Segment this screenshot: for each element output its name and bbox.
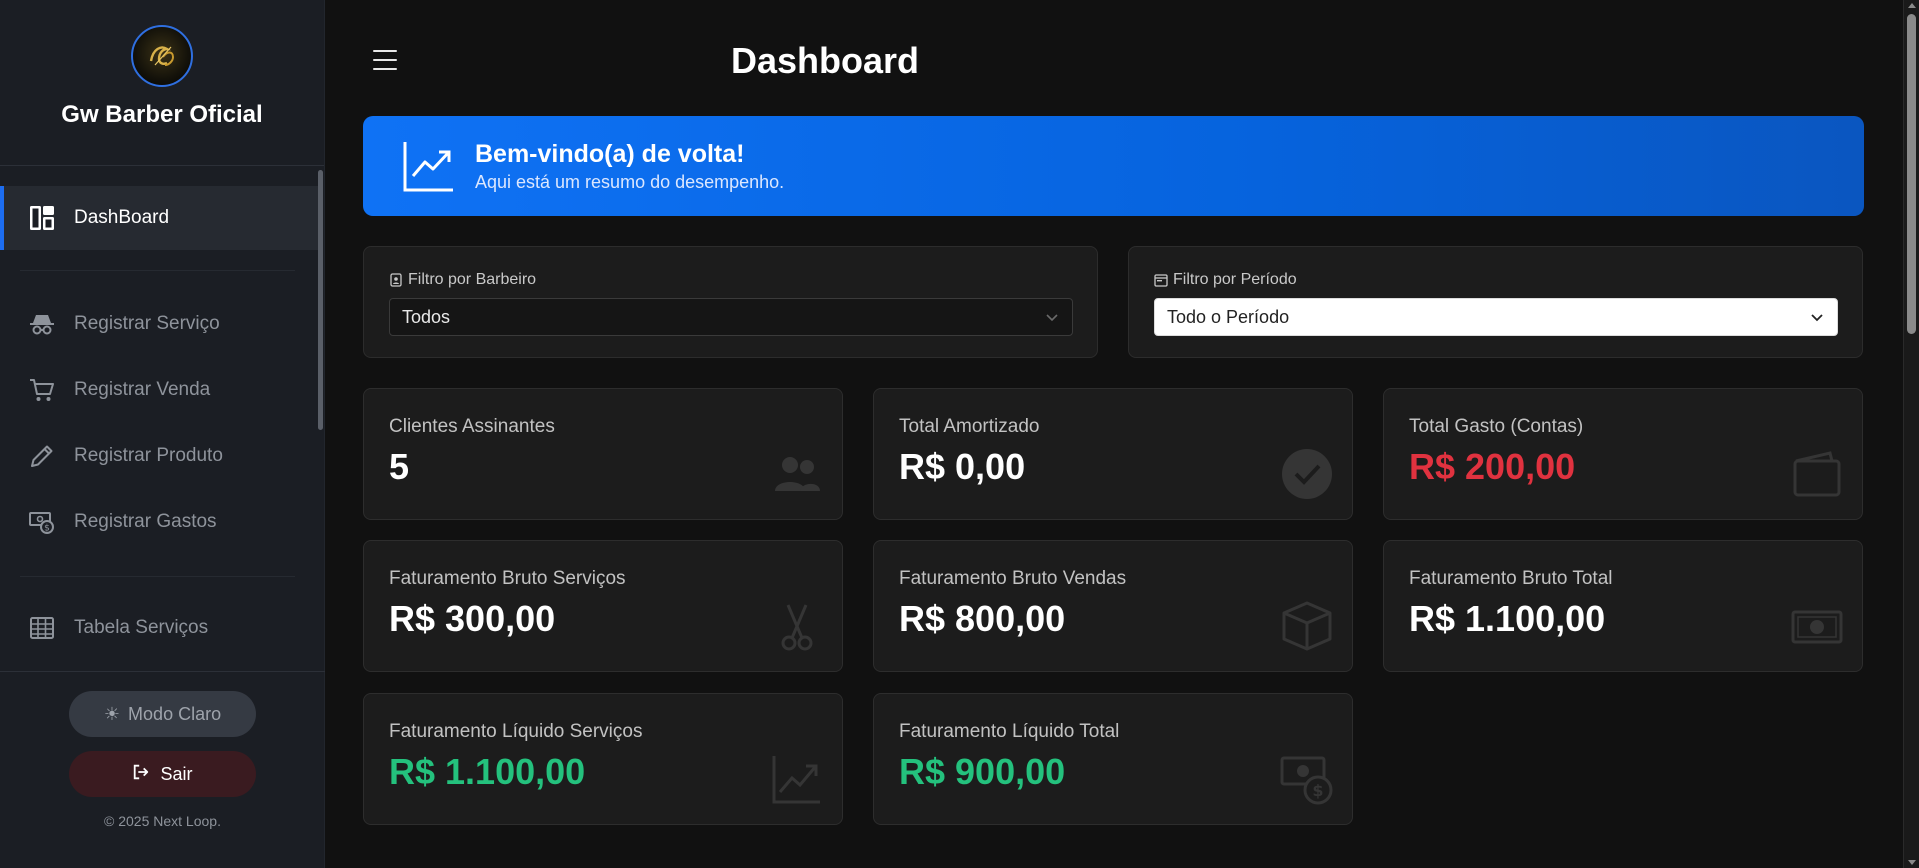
sidebar-item-label: Registrar Venda	[74, 379, 211, 400]
stat-card-label: Faturamento Bruto Serviços	[389, 568, 626, 589]
pencil-icon	[28, 442, 56, 470]
logout-label: Sair	[160, 763, 193, 784]
stat-card-label: Faturamento Líquido Total	[899, 721, 1120, 742]
chevron-down-icon	[1811, 314, 1823, 322]
stat-card-bruto-total: Faturamento Bruto Total R$ 1.100,00	[1383, 540, 1863, 672]
stat-card-value: R$ 300,00	[389, 598, 556, 639]
sidebar-item-label: Registrar Serviço	[74, 313, 220, 334]
cart-icon	[28, 376, 56, 404]
cash-coin-icon: $	[1280, 752, 1334, 806]
stat-card-bruto-vendas: Faturamento Bruto Vendas R$ 800,00	[873, 540, 1353, 672]
scissors-icon	[770, 599, 824, 653]
check-circle-icon	[1280, 447, 1334, 501]
stat-card-value: R$ 800,00	[899, 598, 1066, 639]
cash-icon	[1790, 599, 1844, 653]
period-filter: Filtro por Período Todo o Período	[1128, 246, 1863, 358]
stat-card-value: R$ 200,00	[1409, 446, 1576, 487]
stat-card-label: Faturamento Bruto Vendas	[899, 568, 1127, 589]
cash-coin-icon: $	[28, 508, 56, 536]
stat-card-total-amortizado: Total Amortizado R$ 0,00	[873, 388, 1353, 520]
stat-card-value: R$ 1.100,00	[389, 751, 586, 792]
stat-card-value: R$ 0,00	[899, 446, 1026, 487]
sidebar-nav: DashBoard Registrar Serviço Registrar Ve…	[0, 166, 325, 671]
period-select-value: Todo o Período	[1167, 306, 1290, 327]
graph-up-icon	[403, 142, 453, 192]
nav-divider	[20, 270, 295, 271]
stat-card-liquido-servicos: Faturamento Líquido Serviços R$ 1.100,00	[363, 693, 843, 825]
stat-card-clientes-assinantes: Clientes Assinantes 5	[363, 388, 843, 520]
sidebar-item-tabela-servicos[interactable]: Tabela Serviços	[0, 596, 318, 660]
scroll-up-icon[interactable]	[1908, 3, 1916, 8]
sidebar-item-label: DashBoard	[74, 207, 170, 228]
sidebar-item-registrar-servico[interactable]: Registrar Serviço	[0, 292, 318, 356]
stat-card-label: Clientes Assinantes	[389, 416, 555, 437]
logout-icon	[132, 763, 150, 786]
chevron-down-icon	[1046, 314, 1058, 322]
sidebar-item-registrar-venda[interactable]: Registrar Venda	[0, 358, 318, 422]
sidebar-footer: ☀ Modo Claro Sair © 2025 Next Loop.	[0, 671, 325, 868]
people-icon	[770, 447, 824, 501]
copyright: © 2025 Next Loop.	[104, 813, 221, 829]
sidebar-item-label: Tabela Serviços	[74, 617, 209, 638]
stat-card-bruto-servicos: Faturamento Bruto Serviços R$ 300,00	[363, 540, 843, 672]
stat-card-total-gasto: Total Gasto (Contas) R$ 200,00	[1383, 388, 1863, 520]
box-icon	[1280, 599, 1334, 653]
sidebar-item-label: Registrar Gastos	[74, 511, 217, 532]
stat-card-label: Faturamento Líquido Serviços	[389, 721, 643, 742]
stat-card-value: R$ 1.100,00	[1409, 598, 1606, 639]
period-filter-label: Filtro por Período	[1173, 271, 1297, 288]
light-mode-button[interactable]: ☀ Modo Claro	[69, 691, 256, 737]
sidebar-scrollbar[interactable]	[318, 170, 323, 430]
sidebar-item-dashboard[interactable]: DashBoard	[0, 186, 318, 250]
welcome-subtitle: Aqui está um resumo do desempenho.	[475, 171, 785, 192]
welcome-banner: Bem-vindo(a) de volta! Aqui está um resu…	[363, 116, 1864, 216]
page-title: Dashboard	[730, 40, 920, 81]
svg-text:$: $	[44, 524, 50, 534]
svg-text:$: $	[1312, 781, 1323, 800]
stat-card-label: Faturamento Bruto Total	[1409, 568, 1613, 589]
barber-filter-label: Filtro por Barbeiro	[408, 271, 537, 288]
barber-filter: Filtro por Barbeiro Todos	[363, 246, 1098, 358]
logout-button[interactable]: Sair	[69, 751, 256, 797]
calendar-icon	[1154, 274, 1168, 287]
graph-up-icon	[770, 752, 824, 806]
sidebar: Gw Barber Oficial DashBoard Registrar Se…	[0, 0, 325, 868]
welcome-title: Bem-vindo(a) de volta!	[475, 139, 745, 168]
wallet-icon	[1790, 447, 1844, 501]
stat-card-value: 5	[389, 446, 410, 487]
nav-divider	[20, 576, 295, 577]
period-select[interactable]: Todo o Período	[1154, 298, 1838, 336]
stat-card-value: R$ 900,00	[899, 751, 1066, 792]
sidebar-item-registrar-gastos[interactable]: $ Registrar Gastos	[0, 490, 318, 554]
stat-card-liquido-total: Faturamento Líquido Total R$ 900,00 $	[873, 693, 1353, 825]
light-mode-label: Modo Claro	[128, 703, 222, 724]
brand: Gw Barber Oficial	[0, 0, 324, 166]
incognito-icon	[28, 310, 56, 338]
stat-card-label: Total Amortizado	[899, 416, 1040, 437]
person-badge-icon	[390, 273, 402, 287]
scrollbar-thumb[interactable]	[1907, 14, 1916, 334]
sun-icon: ☀	[103, 703, 121, 724]
page-scrollbar[interactable]	[1903, 0, 1919, 868]
stat-card-label: Total Gasto (Contas)	[1409, 416, 1584, 437]
sidebar-item-registrar-produto[interactable]: Registrar Produto	[0, 424, 318, 488]
table-icon	[28, 614, 56, 642]
brand-name: Gw Barber Oficial	[61, 101, 263, 128]
barber-select[interactable]: Todos	[389, 298, 1073, 336]
barber-select-value: Todos	[402, 306, 451, 327]
sidebar-item-label: Registrar Produto	[74, 445, 223, 466]
scroll-down-icon[interactable]	[1908, 860, 1916, 865]
dashboard-icon	[28, 204, 56, 232]
